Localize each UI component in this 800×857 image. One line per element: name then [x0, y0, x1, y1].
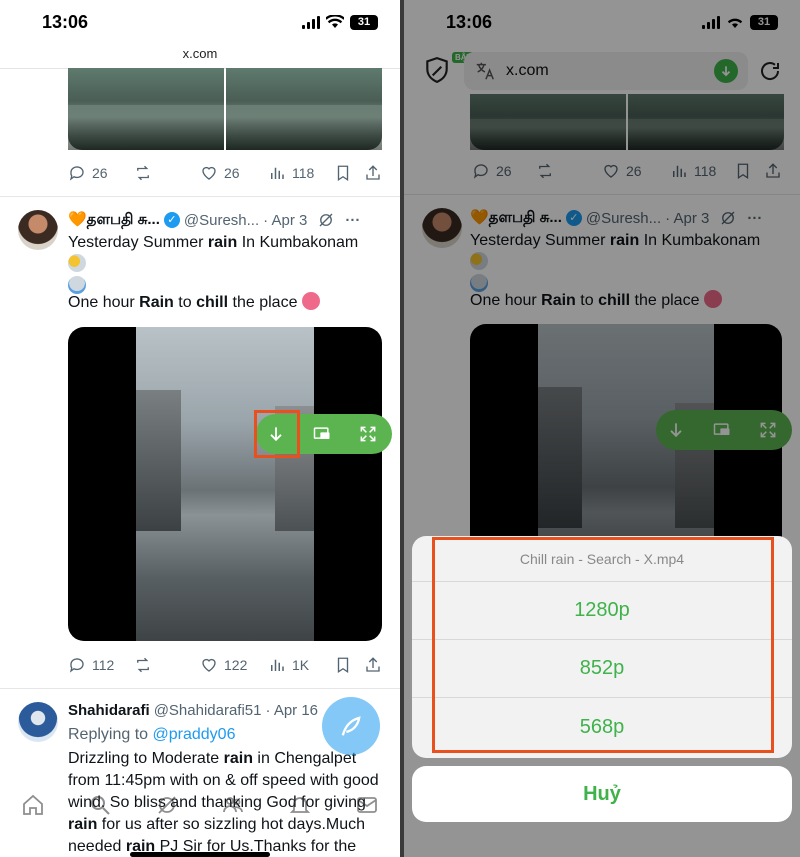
- tweet-header: 🧡தளபதி சு... ✓ @Suresh... · Apr 3 ···: [68, 210, 386, 230]
- left-screen: 13:06 31 x.com 26 26 118 🧡தளபதி சு... ✓ …: [0, 0, 400, 857]
- home-icon[interactable]: [21, 793, 45, 817]
- share-icon: [366, 657, 380, 672]
- like-button[interactable]: 26: [200, 164, 240, 182]
- bookmark-button[interactable]: [334, 164, 352, 182]
- share-button[interactable]: [364, 164, 382, 182]
- highlight-box: [254, 410, 300, 458]
- reply-button[interactable]: 26: [68, 164, 108, 182]
- retweet-button[interactable]: [134, 164, 152, 182]
- feather-icon: [341, 716, 361, 736]
- verified-icon: ✓: [163, 212, 180, 228]
- heart-icon: [202, 658, 216, 672]
- notifications-icon[interactable]: [288, 793, 312, 817]
- cold-face-emoji-icon: [301, 292, 320, 310]
- battery-icon: 31: [350, 14, 378, 30]
- tweet-text: Yesterday Summer rain In Kumbakonam: [68, 232, 380, 298]
- search-icon[interactable]: [88, 793, 112, 817]
- cellular-signal-icon: [302, 15, 320, 29]
- bookmark-icon: [337, 657, 349, 674]
- home-indicator: [130, 852, 270, 857]
- like-button[interactable]: 122: [200, 656, 247, 674]
- tweet-photo-right[interactable]: [226, 68, 382, 150]
- fullscreen-button[interactable]: [348, 414, 388, 454]
- page-url[interactable]: x.com: [0, 46, 400, 61]
- fullscreen-icon: [360, 426, 376, 442]
- tweet-header: Shahidarafi @Shahidarafi51 · Apr 16: [68, 702, 318, 719]
- views-icon: [271, 659, 284, 671]
- author-handle[interactable]: @Suresh...: [184, 212, 259, 229]
- reply-to-link[interactable]: @praddy06: [153, 726, 236, 743]
- reply-button[interactable]: 112: [68, 656, 114, 674]
- author-name[interactable]: 🧡தளபதி சு...: [68, 210, 160, 230]
- avatar[interactable]: [18, 702, 58, 742]
- video-frame: [136, 327, 315, 641]
- heart-icon: [202, 166, 216, 180]
- views-button[interactable]: 118: [268, 164, 314, 182]
- reply-icon: [69, 166, 84, 181]
- tweet-video[interactable]: [68, 327, 382, 641]
- right-screen: 13:06 31 BẬT x.com 26 26 118 🧡தளபதி சு..…: [404, 0, 800, 857]
- bookmark-icon: [337, 165, 349, 182]
- cancel-button[interactable]: Huỷ: [412, 766, 792, 822]
- grok-icon[interactable]: [317, 211, 335, 229]
- author-name[interactable]: Shahidarafi: [68, 702, 150, 719]
- retweet-button[interactable]: [134, 656, 152, 674]
- retweet-icon: [137, 165, 149, 181]
- tweet-text-line2: One hour Rain to chill the place: [68, 292, 380, 314]
- tweet-date: · Apr 16: [265, 702, 319, 719]
- status-bar: 13:06 31: [0, 0, 400, 44]
- share-button[interactable]: [364, 656, 382, 674]
- grok-nav-icon[interactable]: [155, 793, 179, 817]
- share-icon: [366, 165, 380, 180]
- avatar[interactable]: [18, 210, 58, 250]
- compose-button[interactable]: [322, 697, 380, 755]
- status-time: 13:06: [42, 11, 89, 32]
- pip-icon: [313, 427, 330, 439]
- views-button[interactable]: 1K: [268, 656, 309, 674]
- views-icon: [271, 167, 284, 179]
- more-options-icon[interactable]: ···: [345, 212, 360, 229]
- communities-icon[interactable]: [221, 793, 245, 817]
- reply-context: Replying to @praddy06: [68, 726, 236, 743]
- reply-icon: [69, 658, 84, 673]
- picture-in-picture-button[interactable]: [302, 414, 342, 454]
- bottom-nav: [0, 780, 400, 830]
- messages-icon[interactable]: [355, 793, 379, 817]
- bookmark-button[interactable]: [334, 656, 352, 674]
- wifi-icon: [326, 15, 344, 28]
- tweet-photo-left[interactable]: [68, 68, 224, 150]
- tweet-date: · Apr 3: [263, 211, 308, 229]
- retweet-icon: [137, 657, 149, 673]
- highlight-box: [432, 537, 774, 753]
- sun-rain-emoji-icon: [68, 254, 86, 272]
- author-handle[interactable]: @Shahidarafi51: [154, 702, 262, 719]
